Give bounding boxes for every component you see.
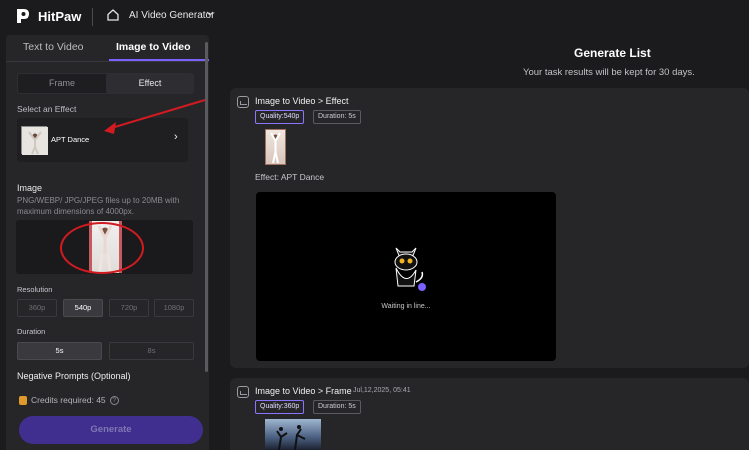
loading-cat-icon — [394, 247, 426, 291]
task-thumbnail[interactable] — [265, 419, 321, 450]
person-figure-small — [270, 132, 281, 164]
task-title: Image to Video > Frame — [255, 386, 352, 396]
video-preview: Waiting in line... — [256, 192, 556, 361]
annotation-arrowhead — [104, 122, 116, 134]
quality-badge: Quality:540p — [255, 110, 305, 124]
generate-list-subtitle: Your task results will be kept for 30 da… — [523, 67, 695, 78]
task-card: Image to Video > Effect Quality:540p Dur… — [230, 88, 749, 368]
image-to-video-icon — [237, 96, 249, 108]
waiting-status: Waiting in line... — [381, 303, 431, 310]
task-title: Image to Video > Effect — [255, 96, 349, 106]
image-to-video-icon — [237, 386, 249, 398]
generate-list-title: Generate List — [574, 46, 651, 60]
quality-badge: Quality:360p — [255, 400, 305, 414]
annotation-arrow — [107, 99, 206, 130]
duration-badge: Duration: 5s — [313, 110, 361, 124]
dancers-silhouette — [276, 425, 306, 450]
duration-badge: Duration: 5s — [313, 400, 361, 414]
task-date: Jul,12,2025, 05:41 — [353, 387, 411, 394]
task-effect-text: Effect: APT Dance — [255, 172, 325, 182]
task-thumbnail[interactable] — [265, 129, 286, 165]
task-card: Image to Video > Frame Jul,12,2025, 05:4… — [230, 378, 749, 450]
annotation-circle — [60, 222, 144, 274]
